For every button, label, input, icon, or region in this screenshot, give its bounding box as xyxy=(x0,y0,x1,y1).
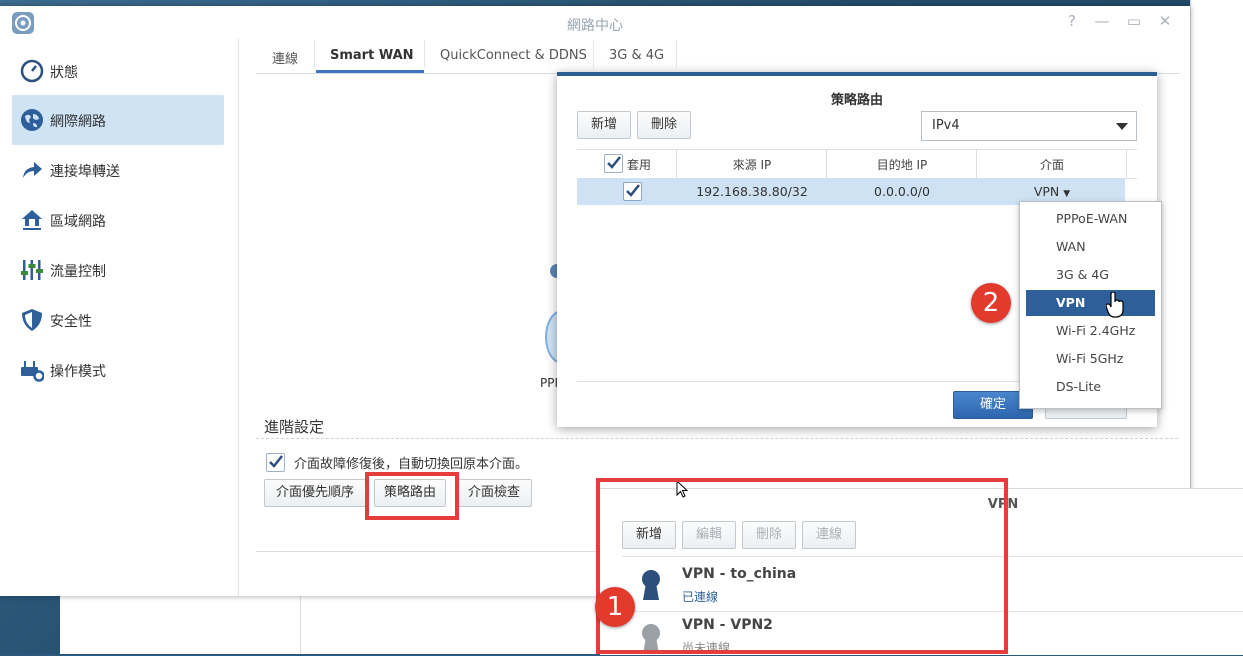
title-bar[interactable]: 網路中心 ? — ▭ ✕ xyxy=(0,6,1190,38)
sidebar-item-traffic-control[interactable]: 流量控制 xyxy=(12,245,224,295)
step-badge-2: 2 xyxy=(971,283,1011,323)
step-badge-1: 1 xyxy=(595,587,635,627)
tab-quickconnect-ddns[interactable]: QuickConnect & DDNS xyxy=(440,48,587,63)
globe-icon xyxy=(21,109,43,131)
sidebar: 狀態 網際網路 連接埠轉送 區域網路 流量控制 安全性 操作模式 xyxy=(0,38,239,596)
menu-item-wifi-24ghz[interactable]: Wi-Fi 2.4GHz xyxy=(1026,318,1155,344)
select-all-checkbox[interactable] xyxy=(604,154,623,173)
sidebar-item-label: 狀態 xyxy=(50,65,78,81)
menu-item-wan[interactable]: WAN xyxy=(1026,234,1155,260)
row-apply-checkbox[interactable] xyxy=(623,182,642,201)
interface-cell[interactable]: VPN ▼ xyxy=(977,184,1127,199)
tab-divider xyxy=(593,40,594,68)
source-ip-cell: 192.168.38.80/32 xyxy=(696,184,808,199)
failback-label: 介面故障修復後，自動切換回原本介面。 xyxy=(294,457,529,472)
sidebar-item-local-network[interactable]: 區域網路 xyxy=(12,195,224,245)
sidebar-item-label: 安全性 xyxy=(50,314,92,330)
shield-icon xyxy=(22,309,42,331)
tab-divider xyxy=(424,40,425,68)
add-rule-button[interactable]: 新增 xyxy=(577,111,631,139)
menu-item-ds-lite[interactable]: DS-Lite xyxy=(1026,374,1155,400)
sliders-icon xyxy=(21,260,43,280)
sidebar-item-label: 網際網路 xyxy=(50,114,106,130)
menu-item-pppoe-wan[interactable]: PPPoE-WAN xyxy=(1026,206,1155,232)
sidebar-item-internet[interactable]: 網際網路 xyxy=(12,95,224,145)
sidebar-item-security[interactable]: 安全性 xyxy=(12,295,224,345)
home-network-icon xyxy=(22,210,42,230)
advanced-settings-title: 進階設定 xyxy=(264,418,325,436)
background-window xyxy=(60,595,620,654)
maximize-icon[interactable]: ▭ xyxy=(1124,12,1144,30)
caret-down-icon: ▼ xyxy=(1063,189,1071,199)
sidebar-item-label: 連接埠轉送 xyxy=(50,164,120,180)
tab-3g-4g[interactable]: 3G & 4G xyxy=(609,48,664,63)
column-header-dest-ip[interactable]: 目的地 IP xyxy=(827,156,977,173)
sidebar-item-port-forwarding[interactable]: 連接埠轉送 xyxy=(12,145,224,195)
router-gear-icon xyxy=(21,361,44,382)
failback-checkbox[interactable] xyxy=(266,453,285,472)
annotation-highlight-box xyxy=(365,472,459,520)
column-header-source-ip[interactable]: 來源 IP xyxy=(677,156,827,173)
help-icon[interactable]: ? xyxy=(1062,12,1082,30)
menu-item-3g-4g[interactable]: 3G & 4G xyxy=(1026,262,1155,288)
interface-priority-button[interactable]: 介面優先順序 xyxy=(264,479,366,507)
forward-arrow-icon xyxy=(23,162,42,178)
active-tab-indicator xyxy=(316,70,424,73)
minimize-icon[interactable]: — xyxy=(1092,12,1112,30)
sidebar-item-label: 流量控制 xyxy=(50,264,106,280)
close-icon[interactable]: ✕ xyxy=(1155,12,1175,30)
tab-divider xyxy=(676,40,677,68)
sidebar-item-label: 區域網路 xyxy=(50,214,106,230)
column-header-interface[interactable]: 介面 xyxy=(977,156,1127,173)
gauge-icon xyxy=(20,59,44,83)
sidebar-item-label: 操作模式 xyxy=(50,364,106,380)
background-divider xyxy=(300,595,301,654)
annotation-highlight-box xyxy=(596,478,1008,654)
tab-bar: 連線 Smart WAN QuickConnect & DDNS 3G & 4G xyxy=(256,38,1180,74)
sidebar-item-status[interactable]: 狀態 xyxy=(12,46,224,96)
menu-item-vpn[interactable]: VPN xyxy=(1026,290,1155,316)
dest-ip-cell: 0.0.0.0/0 xyxy=(874,184,930,199)
column-divider xyxy=(1126,150,1127,178)
window-title: 網路中心 xyxy=(567,18,623,34)
interface-value: VPN xyxy=(1033,184,1060,199)
tab-smart-wan[interactable]: Smart WAN xyxy=(330,48,414,63)
sidebar-item-operation-mode[interactable]: 操作模式 xyxy=(12,345,224,395)
chevron-down-icon xyxy=(1116,123,1128,130)
interface-check-button[interactable]: 介面檢查 xyxy=(456,479,532,507)
ip-version-value: IPv4 xyxy=(932,118,960,133)
hand-cursor-icon xyxy=(1106,292,1124,318)
column-header-apply[interactable]: 套用 xyxy=(627,156,651,173)
interface-dropdown-menu: PPPoE-WAN WAN 3G & 4G VPN Wi-Fi 2.4GHz W… xyxy=(1019,201,1162,409)
section-divider xyxy=(256,438,1178,439)
background-window-right xyxy=(1190,0,1243,490)
tab-connection[interactable]: 連線 xyxy=(272,48,298,67)
delete-rule-button[interactable]: 刪除 xyxy=(637,111,691,139)
table-header: 套用 來源 IP 目的地 IP 介面 xyxy=(577,149,1137,179)
tab-divider xyxy=(314,40,315,68)
dialog-title: 策略路由 xyxy=(830,93,883,108)
menu-item-wifi-5ghz[interactable]: Wi-Fi 5GHz xyxy=(1026,346,1155,372)
ip-version-select[interactable]: IPv4 xyxy=(921,111,1137,141)
